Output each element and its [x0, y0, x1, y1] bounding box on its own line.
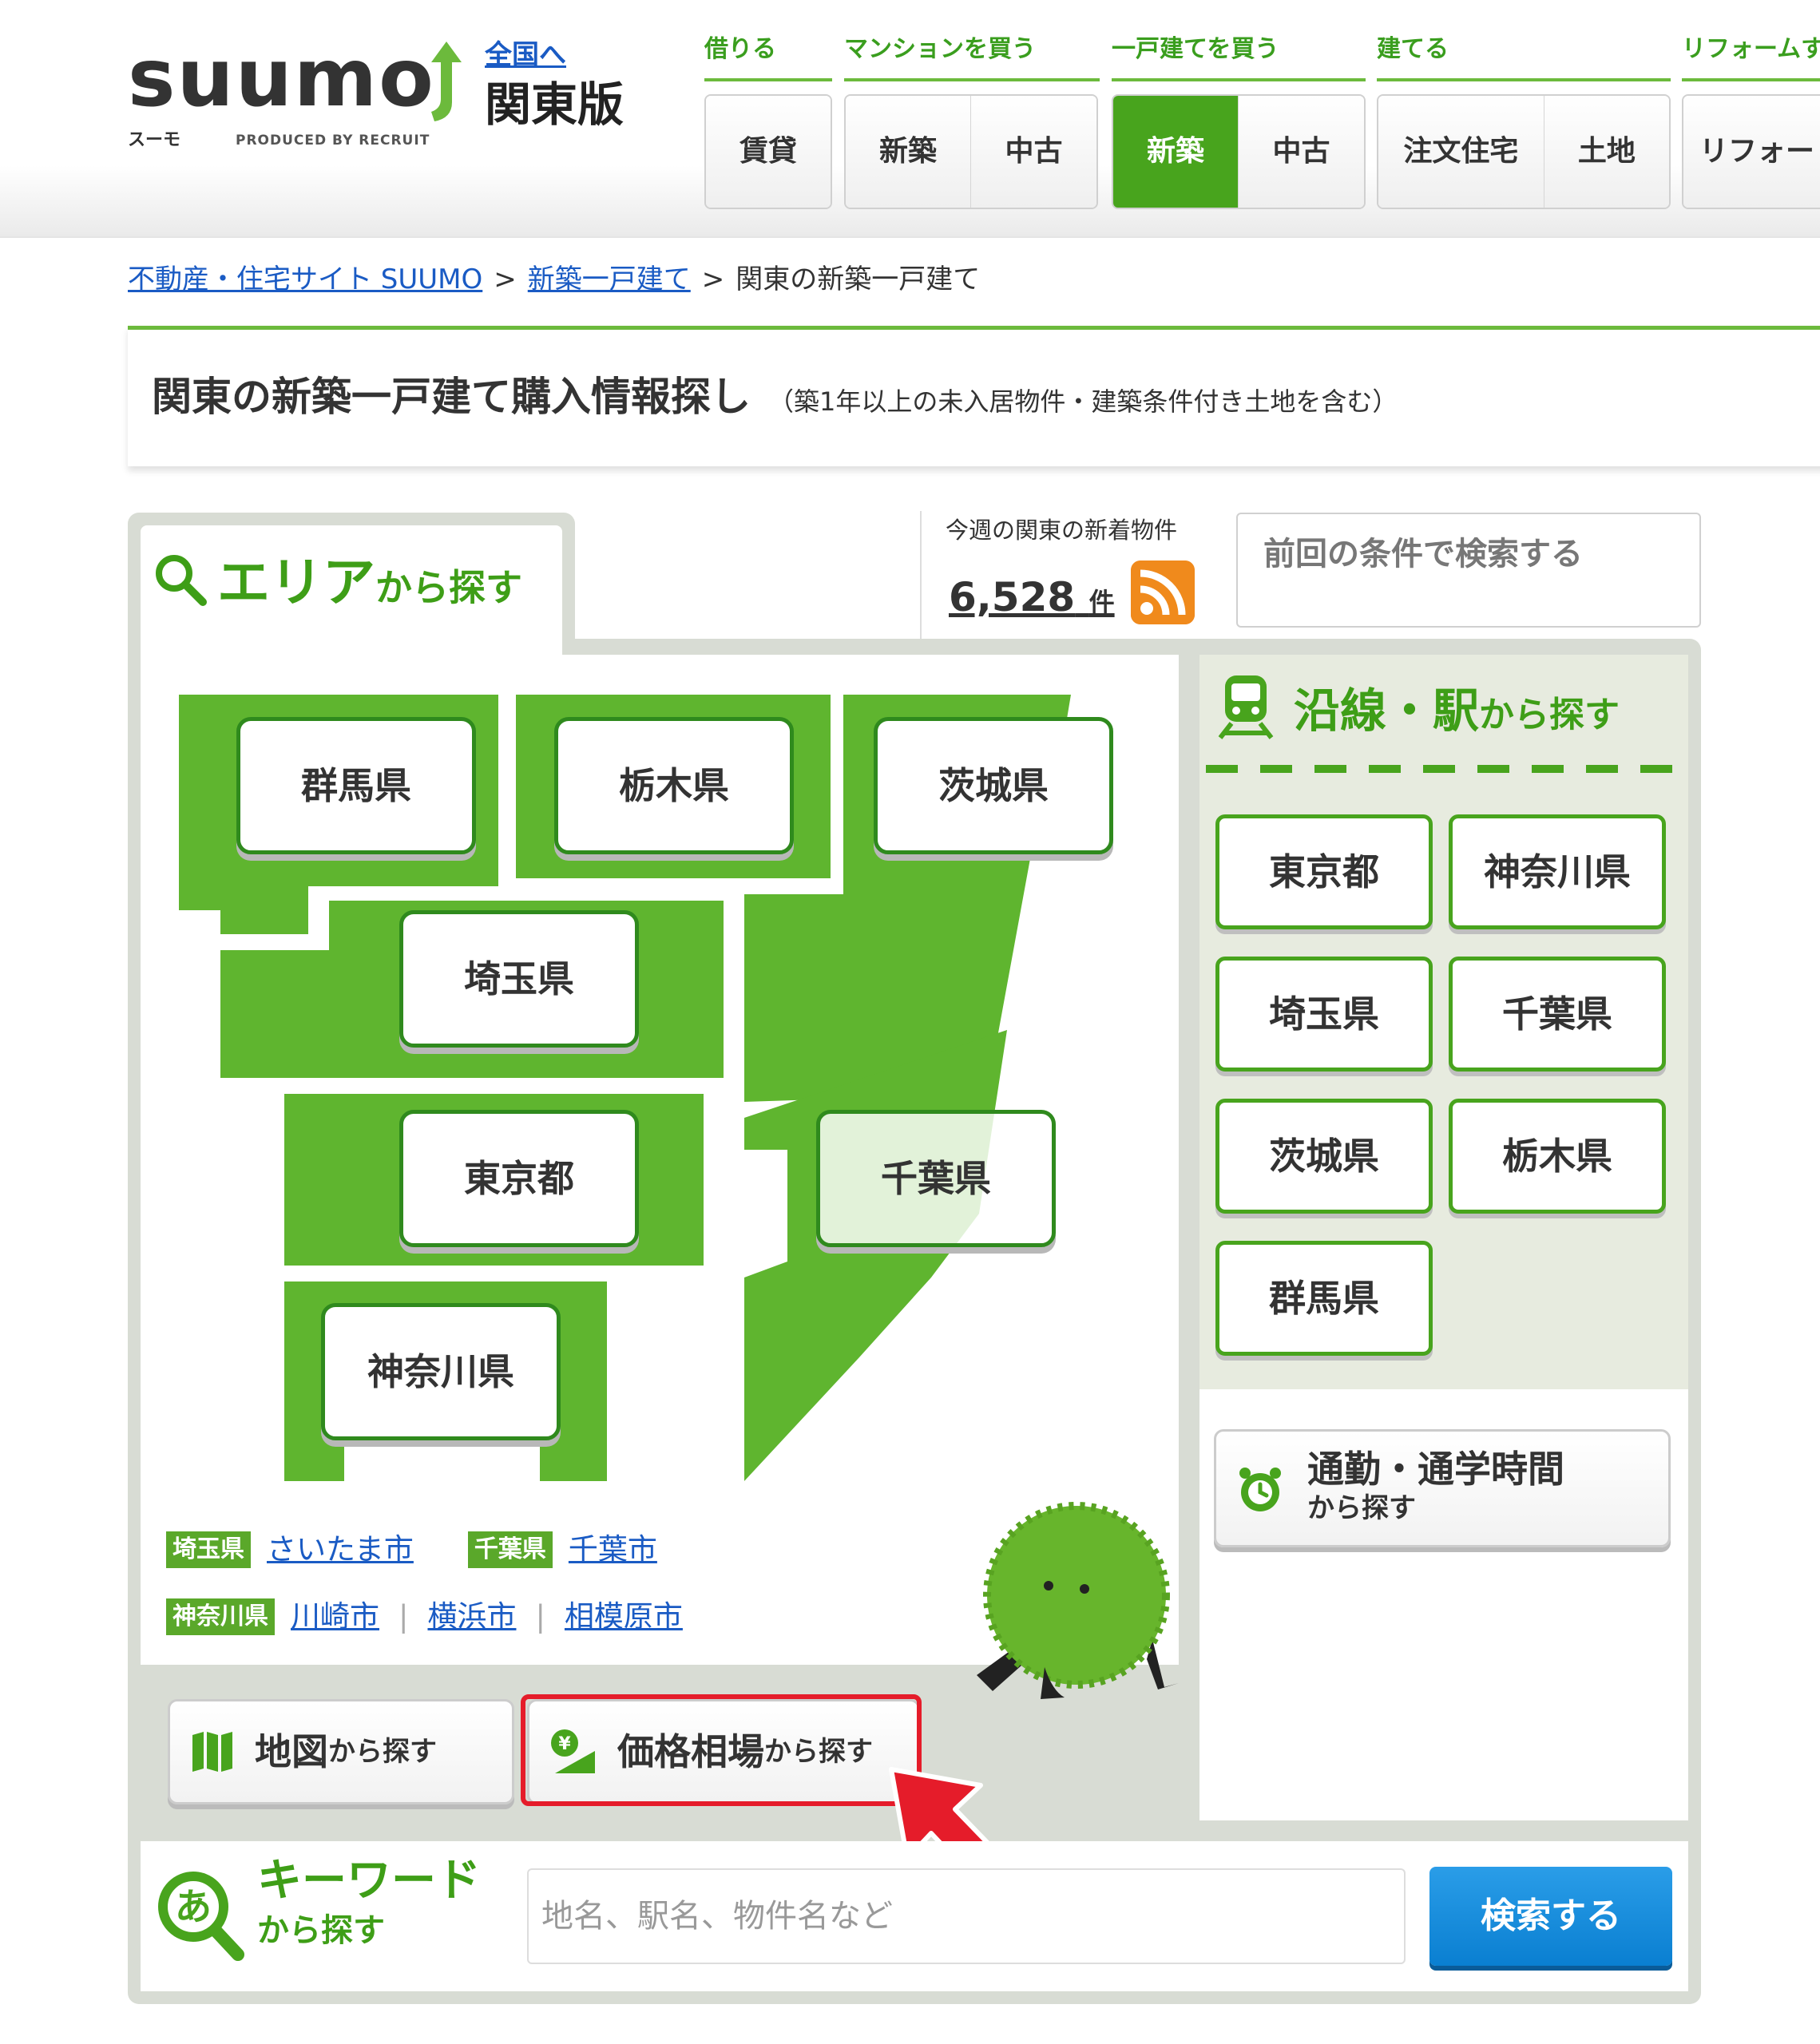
breadcrumb-separator: > — [701, 263, 725, 295]
line-button-gunma[interactable]: 群馬県 — [1215, 1241, 1433, 1356]
svg-text:あ: あ — [175, 1885, 212, 1928]
nationwide-link[interactable]: 全国へ — [485, 40, 566, 70]
area-button-kanagawa[interactable]: 神奈川県 — [321, 1303, 561, 1440]
suumo-logo-arrow-icon — [431, 42, 462, 121]
search-magnifier-icon — [156, 555, 207, 606]
line-button-ibaraki[interactable]: 茨城県 — [1215, 1099, 1433, 1214]
previous-conditions-button[interactable]: 前回の条件で検索する — [1236, 513, 1701, 628]
city-separator: | — [398, 1599, 409, 1634]
city-link-kawasaki[interactable]: 川崎市 — [291, 1598, 379, 1635]
new-listings: 今週の関東の新着物件 6,528 件 — [920, 511, 1199, 639]
rss-icon[interactable] — [1131, 561, 1195, 624]
map-icon — [192, 1732, 232, 1772]
keyword-input[interactable] — [527, 1868, 1406, 1964]
area-search-title: エリアから探す — [152, 551, 522, 618]
commute-sub: から探す — [1307, 1492, 1416, 1524]
city-link-sagamihara[interactable]: 相模原市 — [565, 1598, 683, 1635]
keyword-title: キーワード — [257, 1855, 481, 1907]
city-tag-saitama: 埼玉県 — [166, 1531, 251, 1568]
nav-category-house[interactable]: 一戸建てを買う — [1112, 34, 1366, 81]
line-title-big: 沿線・駅 — [1294, 683, 1480, 738]
clock-icon — [1239, 1468, 1281, 1511]
nav-category-rent[interactable]: 借りる — [704, 34, 832, 81]
nav-box-build: 注文住宅 土地 — [1377, 94, 1671, 209]
page-title: 関東の新築一戸建て購入情報探し （築1年以上の未入居物件・建築条件付き土地を含む） — [152, 373, 1398, 426]
train-icon — [1218, 675, 1274, 739]
nav-group-rent: 借りる — [704, 34, 832, 81]
line-search-title: 沿線・駅から探す — [1214, 672, 1620, 746]
site-header: suumo スーモ PRODUCED BY RECRUIT 全国へ 関東版 借り… — [0, 0, 1820, 238]
price-search-highlight — [521, 1694, 922, 1806]
nav-button-reform[interactable]: リフォー — [1683, 96, 1820, 208]
area-button-gunma[interactable]: 群馬県 — [236, 717, 476, 854]
breadcrumb-current: 関東の新築一戸建て — [736, 263, 981, 295]
new-listings-count: 6,528 — [949, 574, 1076, 620]
new-listings-unit: 件 — [1088, 587, 1115, 617]
suumo-mascot — [977, 1502, 1179, 1699]
breadcrumb: 不動産・住宅サイト SUUMO > 新築一戸建て > 関東の新築一戸建て — [128, 263, 980, 295]
nav-button-rent[interactable]: 賃貸 — [706, 96, 831, 208]
new-listings-label: 今週の関東の新着物件 — [946, 517, 1178, 544]
nav-box-rent: 賃貸 — [704, 94, 832, 209]
breadcrumb-home-link[interactable]: 不動産・住宅サイト SUUMO — [128, 263, 482, 295]
page-title-sub: （築1年以上の未入居物件・建築条件付き土地を含む） — [768, 386, 1398, 417]
line-button-kanagawa[interactable]: 神奈川県 — [1449, 814, 1666, 929]
city-link-chiba-city[interactable]: 千葉市 — [569, 1531, 657, 1568]
area-button-tokyo[interactable]: 東京都 — [399, 1110, 639, 1247]
nav-button-house-new[interactable]: 新築 — [1113, 96, 1239, 208]
city-row-2: 神奈川県 川崎市 | 横浜市 | 相模原市 — [166, 1598, 683, 1635]
city-tag-chiba: 千葉県 — [467, 1531, 553, 1568]
nav-button-house-used[interactable]: 中古 — [1239, 96, 1364, 208]
breadcrumb-separator: > — [494, 263, 517, 295]
map-search-button[interactable]: 地図 から探す — [168, 1699, 514, 1804]
area-button-tochigi[interactable]: 栃木県 — [554, 717, 794, 854]
map-search-label-small: から探す — [328, 1736, 437, 1768]
logo-kana: スーモ — [128, 130, 181, 150]
nav-category-mansion[interactable]: マンションを買う — [844, 34, 1100, 81]
region-name: 関東版 — [485, 77, 625, 132]
line-title-small: から探す — [1479, 695, 1620, 735]
logo-produced-by: PRODUCED BY RECRUIT — [236, 133, 430, 149]
keyword-sub: から探す — [257, 1912, 385, 1949]
line-button-chiba[interactable]: 千葉県 — [1449, 957, 1666, 1072]
line-button-tochigi[interactable]: 栃木県 — [1449, 1099, 1666, 1214]
city-row-1: 埼玉県 さいたま市 千葉県 千葉市 — [166, 1531, 657, 1568]
keyword-search-button[interactable]: 検索する — [1429, 1867, 1672, 1966]
area-button-saitama[interactable]: 埼玉県 — [399, 910, 639, 1048]
keyword-a-magnifier-icon: あ — [158, 1872, 244, 1961]
commute-title: 通勤・通学時間 — [1307, 1448, 1564, 1491]
nav-box-mansion: 新築 中古 — [844, 94, 1098, 209]
commute-search-button[interactable]: 通勤・通学時間 から探す — [1214, 1429, 1671, 1547]
line-button-tokyo[interactable]: 東京都 — [1215, 814, 1433, 929]
city-separator: | — [535, 1599, 545, 1634]
nav-button-custom-house[interactable]: 注文住宅 — [1378, 96, 1544, 208]
nav-box-house: 新築 中古 — [1112, 94, 1366, 209]
nav-group-reform: リフォームす — [1682, 34, 1820, 81]
new-listings-count-link[interactable]: 6,528 件 — [949, 573, 1115, 626]
area-button-ibaraki[interactable]: 茨城県 — [874, 717, 1113, 854]
nav-category-reform[interactable]: リフォームす — [1682, 34, 1820, 81]
nav-button-land[interactable]: 土地 — [1544, 96, 1669, 208]
city-link-yokohama[interactable]: 横浜市 — [427, 1598, 516, 1635]
page-title-main: 関東の新築一戸建て購入情報探し — [152, 374, 751, 420]
suumo-logo[interactable]: suumo スーモ PRODUCED BY RECRUIT — [128, 38, 463, 158]
map-search-label: 地図 — [255, 1730, 328, 1773]
nav-group-mansion: マンションを買う — [844, 34, 1100, 81]
area-title-big: エリア — [217, 552, 375, 613]
line-button-saitama[interactable]: 埼玉県 — [1215, 957, 1433, 1072]
nav-group-house: 一戸建てを買う — [1112, 34, 1366, 81]
nav-button-mansion-new[interactable]: 新築 — [846, 96, 971, 208]
nav-group-build: 建てる — [1377, 34, 1671, 81]
title-box: 関東の新築一戸建て購入情報探し （築1年以上の未入居物件・建築条件付き土地を含む） — [128, 326, 1820, 466]
line-title-divider — [1206, 765, 1682, 773]
nav-category-build[interactable]: 建てる — [1377, 34, 1671, 81]
area-title-small: から探す — [375, 566, 522, 609]
breadcrumb-new-house-link[interactable]: 新築一戸建て — [528, 263, 691, 295]
nav-box-reform: リフォー — [1682, 94, 1820, 209]
logo-wordmark: suumo — [128, 31, 435, 125]
city-tag-kanagawa: 神奈川県 — [166, 1598, 275, 1635]
area-button-chiba[interactable]: 千葉県 — [816, 1110, 1056, 1247]
nav-button-mansion-used[interactable]: 中古 — [971, 96, 1096, 208]
city-link-saitama-city[interactable]: さいたま市 — [267, 1531, 414, 1568]
